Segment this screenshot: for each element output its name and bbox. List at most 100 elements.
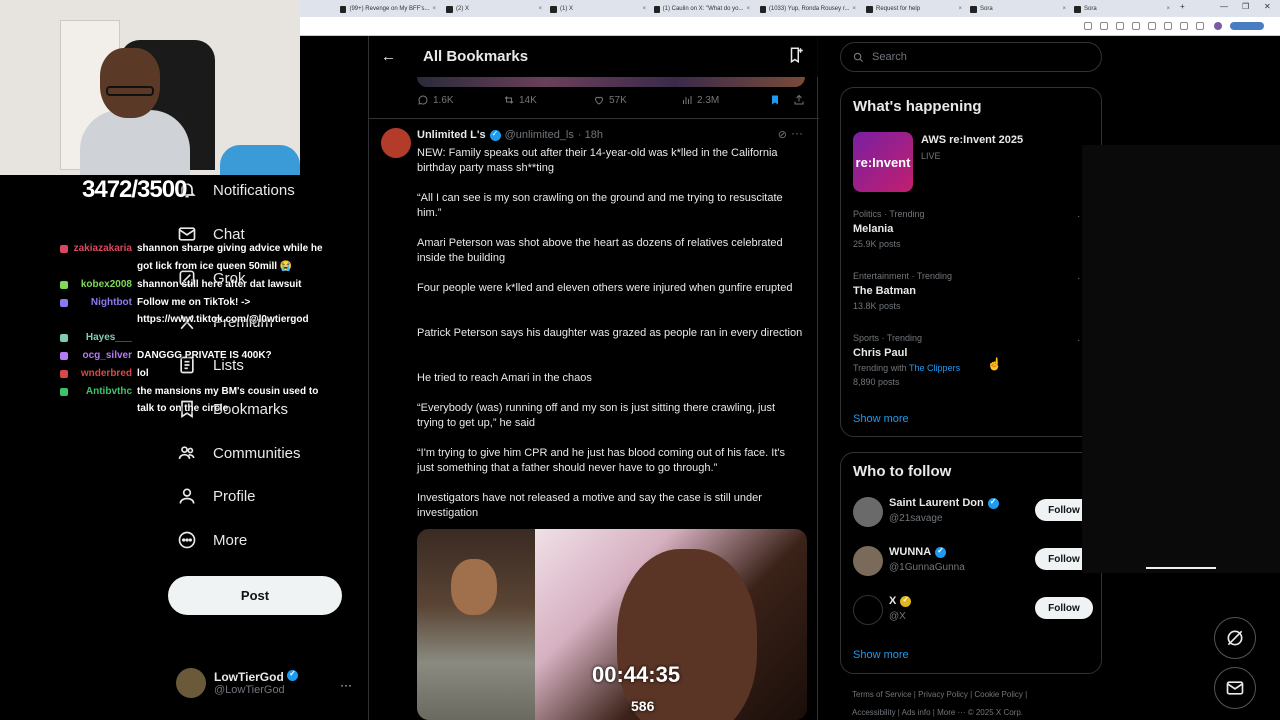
messages-fab-button[interactable] [1214,667,1256,709]
trend-with-link[interactable]: The Clippers [909,363,960,373]
tab-favicon-icon [760,5,766,13]
trend-count: 13.8K posts [853,301,901,311]
tab-favicon-icon [1074,5,1081,13]
copilot-button[interactable] [1230,22,1264,30]
browser-tab[interactable]: Sora × [970,2,1066,16]
more-options-icon[interactable]: ··· [791,126,803,140]
browser-tab[interactable]: Sora × [1074,2,1170,16]
suggestion-name[interactable]: X [889,595,912,607]
chat-username[interactable]: Nightbot [91,297,132,308]
follow-suggestion[interactable]: Saint Laurent Don@21savageFollow [853,495,1093,531]
extension-icon[interactable] [1084,22,1092,30]
chat-username[interactable]: kobex2008 [81,279,132,290]
restore-button[interactable]: ❐ [1242,2,1249,11]
reply-button[interactable]: 1.6K [417,94,454,106]
trend-item[interactable]: Entertainment · Trending The Batman 13.8K … [853,271,952,311]
sidebar-item-chat[interactable]: Chat [177,224,245,244]
close-window-button[interactable]: ✕ [1264,2,1271,11]
extension-icon[interactable] [1132,22,1140,30]
sidebar-item-profile[interactable]: Profile [177,486,256,506]
trend-more-icon[interactable]: · [1077,335,1080,346]
footer-links[interactable]: Accessibility | Ads info | More ··· © 20… [852,708,1023,717]
tweet-media[interactable] [417,529,807,720]
chat-username[interactable]: zakiazakaria [74,243,132,254]
extension-icon[interactable] [1100,22,1108,30]
avatar[interactable] [853,546,883,576]
close-tab-icon[interactable]: × [642,6,646,12]
repost-button[interactable]: 14K [503,94,537,106]
extension-icon[interactable] [1180,22,1188,30]
follow-button[interactable]: Follow [1035,597,1093,619]
show-more-link[interactable]: Show more [853,649,909,661]
follow-suggestion[interactable]: X @X Follow [853,593,1093,629]
new-tab-button[interactable]: + [1180,2,1185,11]
trend-more-icon[interactable]: · [1077,211,1080,222]
views-icon [683,96,692,104]
suggestion-name[interactable]: WUNNA [889,546,947,558]
bookmark-folder-add-icon[interactable] [787,46,805,69]
share-icon[interactable] [793,94,805,106]
grok-fab-button[interactable] [1214,617,1256,659]
tweet-author-name[interactable]: Unlimited L's [417,129,486,141]
tweet-text-paragraph: Investigators have not released a motive… [417,492,762,519]
browser-tab[interactable]: (99+) Revenge on My BFF's... × [340,2,436,16]
close-tab-icon[interactable]: × [746,6,750,12]
browser-tab[interactable]: (1) Caulin on X: "What do yo... × [654,2,750,16]
event-title[interactable]: AWS re:Invent 2025 [921,134,1023,146]
tweet-author-handle[interactable]: @unlimited_ls [505,129,574,141]
avatar[interactable] [853,595,883,625]
chat-username[interactable]: wnderbred [81,368,132,379]
close-tab-icon[interactable]: × [432,6,436,12]
back-arrow-icon[interactable]: ← [381,48,396,65]
views-button[interactable]: 2.3M [681,94,719,106]
account-more-icon[interactable]: ··· [340,678,352,692]
panel-title: What's happening [853,98,982,115]
footer-links[interactable]: Terms of Service | Privacy Policy | Cook… [852,690,1027,699]
close-tab-icon[interactable]: × [958,6,962,12]
trend-item[interactable]: Politics · Trending Melania 25.9K posts [853,209,925,249]
divider [369,118,819,119]
extension-icon[interactable] [1196,22,1204,30]
tab-favicon-icon [654,5,660,13]
browser-tab[interactable]: (1033) Yup, Ronda Rousey r... × [760,2,856,16]
close-tab-icon[interactable]: × [538,6,542,12]
avatar[interactable] [853,497,883,527]
browser-tab[interactable]: (1) X × [550,2,646,16]
post-button[interactable]: Post [168,576,342,615]
bookmark-filled-icon[interactable] [769,94,781,106]
browser-tab[interactable]: (2) X × [446,2,542,16]
beanbag [220,145,300,175]
trend-more-icon[interactable]: · [1077,273,1080,284]
minimize-button[interactable]: — [1220,2,1228,11]
account-switcher[interactable]: LowTierGod @LowTierGod [176,668,299,698]
extension-icon[interactable] [1148,22,1156,30]
chat-username[interactable]: Antibvthc [86,386,132,397]
close-tab-icon[interactable]: × [1062,6,1066,12]
close-tab-icon[interactable]: × [852,6,856,12]
chat-username[interactable]: Hayes___ [86,332,132,343]
chat-badge-icon [60,388,68,396]
sidebar-item-more[interactable]: More [177,530,247,550]
extension-icon[interactable] [1116,22,1124,30]
show-more-link[interactable]: Show more [853,413,909,425]
like-button[interactable]: 57K [593,94,627,106]
sidebar-item-communities[interactable]: Communities [177,443,301,463]
verified-badge-icon [987,497,999,509]
suggestion-name[interactable]: Saint Laurent Don [889,497,999,509]
previous-tweet-media[interactable] [417,77,805,87]
trend-item[interactable]: Sports · Trending Chris Paul Trending with… [853,333,960,387]
avatar[interactable] [381,128,411,158]
people-icon [178,446,195,459]
tweet-time[interactable]: · 18h [578,129,603,141]
address-bar[interactable] [300,17,1280,36]
chat-username[interactable]: ocg_silver [83,350,132,361]
event-image[interactable]: re:Invent [853,132,913,192]
sidebar-item-notifications[interactable]: Notifications [177,180,295,200]
browser-tab[interactable]: Request for help × [866,2,962,16]
grok-icon[interactable]: ⊘ [778,128,787,141]
extension-icon[interactable] [1164,22,1172,30]
profile-avatar-icon[interactable] [1214,22,1222,30]
search-input[interactable]: Search [840,42,1102,72]
follow-suggestion[interactable]: WUNNA@1GunnaGunnaFollow [853,544,1093,580]
close-tab-icon[interactable]: × [1166,6,1170,12]
